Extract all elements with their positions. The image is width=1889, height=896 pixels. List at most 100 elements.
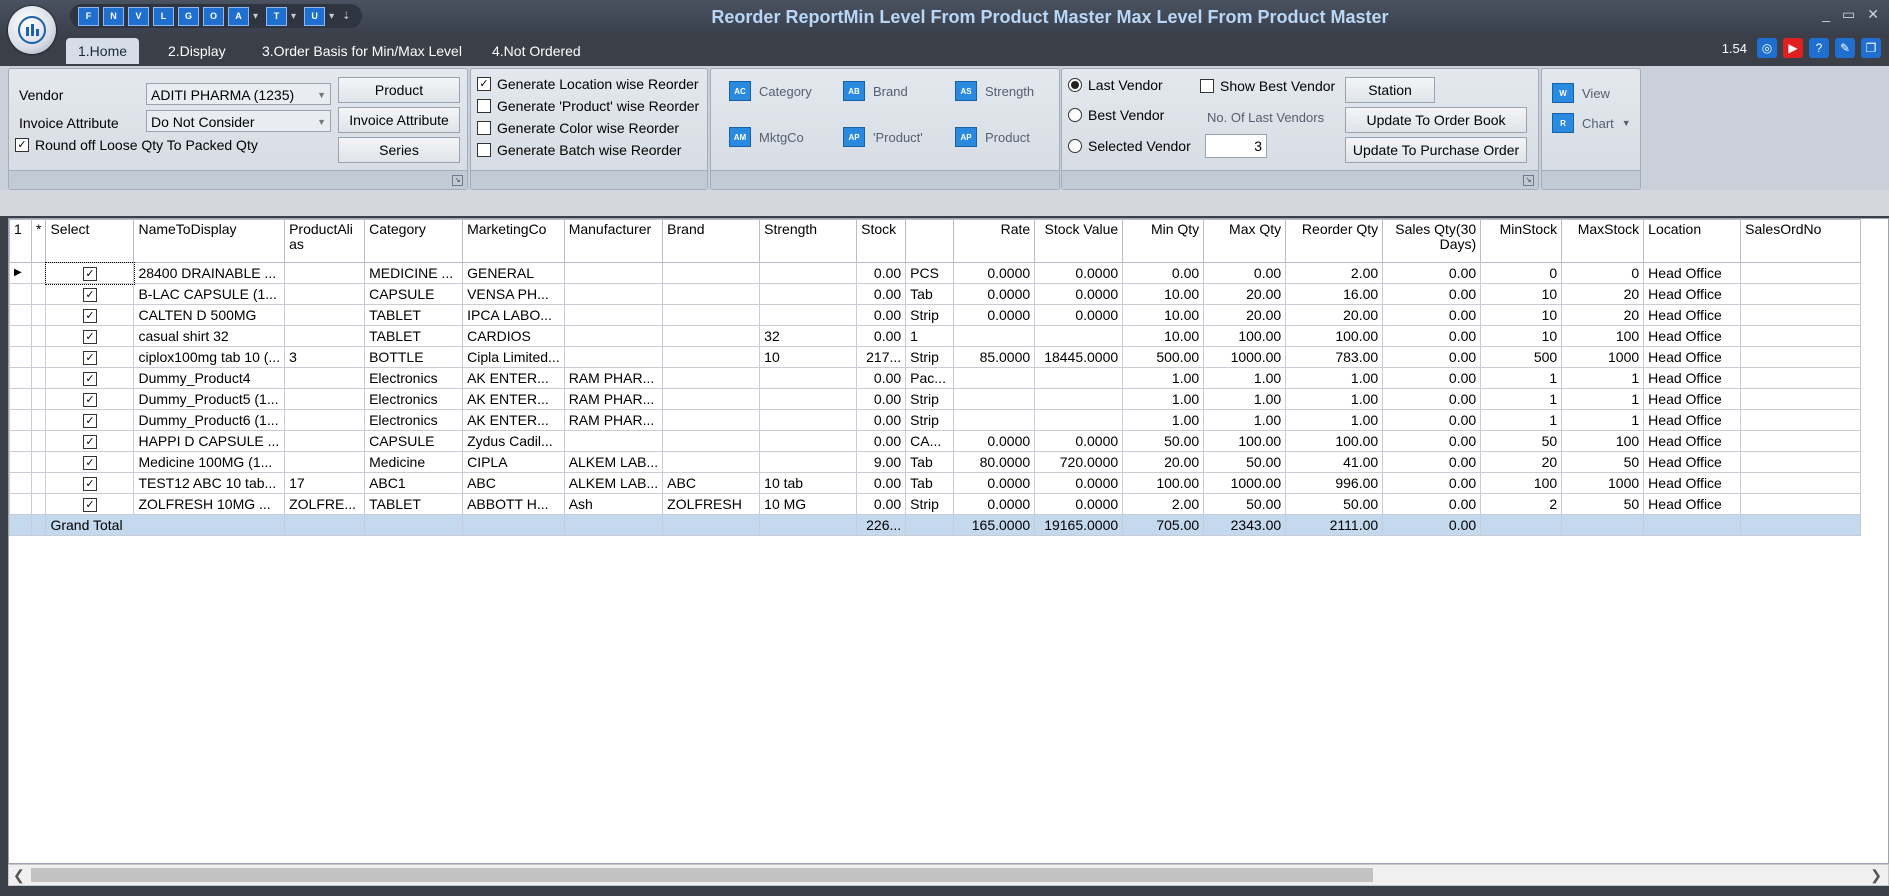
table-cell[interactable]: ZOLFRESH 10MG ... [133, 493, 286, 515]
table-cell[interactable] [1740, 325, 1862, 347]
table-cell[interactable]: Electronics [364, 388, 464, 410]
table-row[interactable]: ✓ Dummy_Product4 Electronics AK ENTER... RAM… [9, 367, 1862, 389]
chevron-down-icon[interactable]: ▾ [329, 11, 334, 22]
table-cell[interactable] [1034, 367, 1124, 389]
checkbox-checked-icon[interactable]: ✓ [82, 393, 97, 408]
table-cell[interactable]: Dummy_Product5 (1... [133, 388, 286, 410]
table-cell[interactable] [284, 451, 366, 473]
table-cell[interactable]: 32 [759, 325, 858, 347]
table-cell[interactable] [284, 388, 366, 410]
table-cell[interactable] [953, 388, 1036, 410]
table-cell[interactable] [1740, 346, 1862, 368]
table-cell[interactable] [662, 409, 761, 431]
table-cell[interactable]: 20 [1561, 304, 1645, 326]
table-cell[interactable]: Pac... [905, 367, 955, 389]
maximize-button[interactable]: ▭ [1842, 6, 1855, 23]
table-cell[interactable]: BOTTLE [364, 346, 464, 368]
checkbox-checked-icon[interactable]: ✓ [82, 372, 97, 387]
row-indicator[interactable] [9, 430, 32, 452]
table-cell[interactable]: ABBOTT H... [462, 493, 565, 515]
table-cell[interactable]: HAPPI D CAPSULE ... [133, 430, 286, 452]
table-cell[interactable]: Strip [905, 304, 955, 326]
table-cell[interactable]: 0.0000 [1034, 283, 1124, 305]
table-cell[interactable] [759, 262, 858, 284]
invoice-attribute-button[interactable]: Invoice Attribute [338, 107, 460, 133]
table-cell[interactable] [662, 346, 761, 368]
table-cell[interactable]: 10.00 [1122, 325, 1205, 347]
checkbox-checked-icon[interactable]: ✓ [82, 414, 97, 429]
table-cell[interactable] [563, 283, 664, 305]
column-header[interactable]: Manufacturer [563, 219, 664, 263]
table-cell[interactable]: ZOLFRE... [284, 493, 366, 515]
table-cell[interactable]: ALKEM LAB... [563, 472, 664, 494]
column-header[interactable]: MarketingCo [462, 219, 565, 263]
table-cell[interactable]: TABLET [364, 304, 464, 326]
table-cell[interactable] [563, 304, 664, 326]
row-indicator[interactable] [9, 472, 32, 494]
quick-access-button[interactable]: G [178, 6, 199, 26]
table-row[interactable]: ✓ Dummy_Product5 (1... Electronics AK ENTER… [9, 388, 1862, 410]
column-header[interactable]: Brand [662, 219, 761, 263]
column-header[interactable]: NameToDisplay [133, 219, 286, 263]
column-header[interactable]: Location [1643, 219, 1742, 263]
notes-icon[interactable]: ✎ [1835, 38, 1855, 58]
table-cell[interactable]: 10 MG [759, 493, 858, 515]
table-cell[interactable] [563, 430, 664, 452]
select-cell[interactable]: ✓ [44, 261, 135, 285]
quick-access-button[interactable]: O [203, 6, 224, 26]
table-cell[interactable]: 2.00 [1285, 262, 1384, 284]
table-cell[interactable]: 0.00 [1382, 451, 1482, 473]
table-cell[interactable] [1034, 409, 1124, 431]
table-cell[interactable]: 20 [1480, 451, 1563, 473]
table-cell[interactable]: 1.00 [1203, 388, 1287, 410]
table-cell[interactable]: Medicine [364, 451, 464, 473]
quick-access-button[interactable]: V [128, 6, 149, 26]
column-header[interactable]: Strength [759, 219, 858, 263]
table-cell[interactable]: 9.00 [856, 451, 907, 473]
table-cell[interactable]: 0.00 [856, 388, 907, 410]
table-cell[interactable]: 0.00 [1382, 493, 1482, 515]
table-cell[interactable]: 0.00 [1122, 262, 1205, 284]
table-cell[interactable]: 0.0000 [1034, 472, 1124, 494]
table-cell[interactable]: 0.00 [856, 262, 907, 284]
dialog-launcher-icon[interactable]: ↘ [452, 175, 463, 186]
row-indicator[interactable] [9, 346, 32, 368]
table-cell[interactable]: CA... [905, 430, 955, 452]
table-cell[interactable]: 10 [1480, 325, 1563, 347]
table-cell[interactable]: 0.00 [856, 325, 907, 347]
column-header[interactable]: ProductAlias [284, 219, 366, 263]
table-cell[interactable]: 18445.0000 [1034, 346, 1124, 368]
horizontal-scrollbar[interactable]: ❮ ❯ [8, 864, 1889, 886]
select-cell[interactable]: ✓ [45, 346, 135, 368]
column-header[interactable]: SalesOrdNo [1740, 219, 1862, 263]
youtube-icon[interactable]: ▶ [1783, 38, 1803, 58]
checkbox-checked-icon[interactable]: ✓ [82, 498, 97, 513]
column-header[interactable]: 1 [9, 219, 32, 263]
table-cell[interactable]: RAM PHAR... [563, 409, 664, 431]
table-cell[interactable]: TABLET [364, 493, 464, 515]
update-order-book-button[interactable]: Update To Order Book [1345, 107, 1527, 133]
table-cell[interactable]: 3 [284, 346, 366, 368]
table-cell[interactable]: Head Office [1643, 283, 1742, 305]
select-cell[interactable]: ✓ [45, 325, 135, 347]
minimize-button[interactable]: _ [1822, 6, 1830, 23]
table-cell[interactable]: 50.00 [1122, 430, 1205, 452]
table-cell[interactable]: Tab [905, 472, 955, 494]
table-cell[interactable]: Tab [905, 451, 955, 473]
table-cell[interactable]: 0.00 [1382, 262, 1482, 284]
table-cell[interactable] [284, 367, 366, 389]
table-cell[interactable] [662, 283, 761, 305]
table-cell[interactable]: 10 [1480, 283, 1563, 305]
table-cell[interactable] [1740, 304, 1862, 326]
table-cell[interactable] [662, 430, 761, 452]
column-header[interactable]: Stock Value [1034, 219, 1124, 263]
table-cell[interactable]: 28400 DRAINABLE ... [133, 262, 286, 284]
table-cell[interactable]: 0.0000 [953, 472, 1036, 494]
no-last-vendors-input[interactable]: 3 [1205, 134, 1267, 158]
product-button[interactable]: Product [338, 77, 460, 103]
scroll-right-icon[interactable]: ❯ [1870, 867, 1882, 884]
table-cell[interactable]: 996.00 [1285, 472, 1384, 494]
table-cell[interactable]: casual shirt 32 [133, 325, 286, 347]
update-purchase-order-button[interactable]: Update To Purchase Order [1345, 137, 1527, 163]
table-cell[interactable]: 0 [1561, 262, 1645, 284]
